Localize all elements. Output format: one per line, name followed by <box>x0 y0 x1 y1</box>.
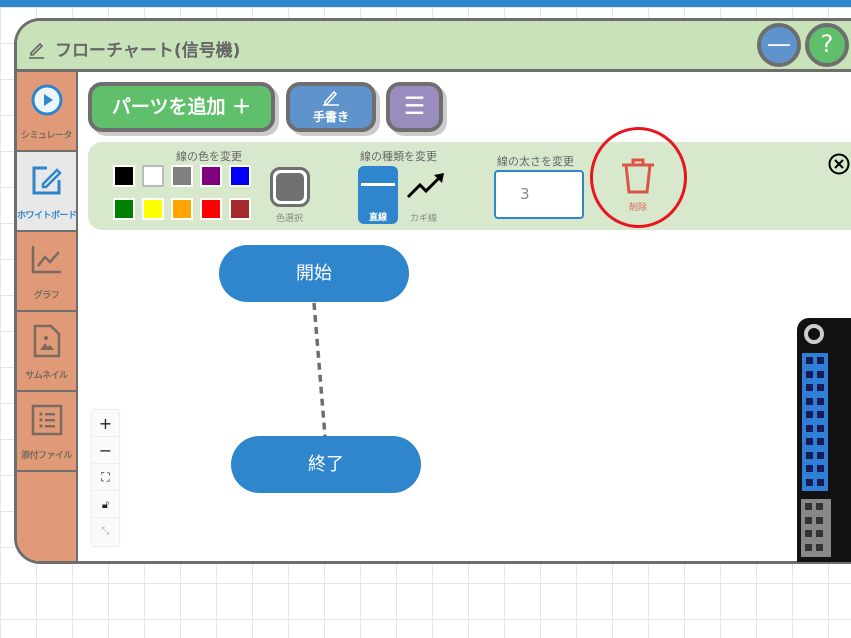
sidebar: シミュレータ ホワイトボード グラフ サムネイル 添付ファイル <box>17 72 78 561</box>
pin <box>817 424 824 432</box>
pin <box>806 438 813 445</box>
pin <box>806 411 813 418</box>
color-picker-label: 色選択 <box>276 214 304 224</box>
collapse-icon: ⤡ <box>101 526 110 537</box>
color-swatch[interactable] <box>171 165 193 187</box>
hamburger-icon: ☰ <box>403 92 426 120</box>
elbow-arrow-icon <box>406 173 444 199</box>
color-swatch[interactable] <box>142 165 164 187</box>
mount-hole <box>804 324 824 344</box>
image-file-icon <box>33 324 61 358</box>
sidebar-item-label: 添付ファイル <box>20 451 73 461</box>
sidebar-item-graph[interactable]: グラフ <box>17 232 76 312</box>
pin <box>805 516 812 524</box>
pin <box>817 397 824 405</box>
line-width-title: 線の太さを変更 <box>497 155 574 168</box>
color-swatch[interactable] <box>229 165 251 187</box>
flow-node-start[interactable]: 開始 <box>219 245 409 302</box>
menu-button[interactable]: ☰ <box>386 82 443 132</box>
add-parts-button[interactable]: パーツを追加 ＋ <box>88 82 275 132</box>
pin <box>817 411 824 418</box>
pin <box>805 530 812 537</box>
pin <box>817 451 824 459</box>
pin <box>806 370 813 378</box>
color-picker-swatch <box>276 173 304 201</box>
pin <box>817 478 824 486</box>
sidebar-item-thumbnail[interactable]: サムネイル <box>17 312 76 392</box>
color-swatch[interactable] <box>229 198 251 220</box>
help-button[interactable]: ? <box>805 23 849 67</box>
zoom-out-button[interactable]: − <box>92 437 119 464</box>
straight-line-icon <box>361 183 395 186</box>
color-swatch[interactable] <box>142 198 164 220</box>
play-circle-icon <box>31 84 63 116</box>
line-width-input[interactable]: 3 <box>494 170 584 219</box>
line-color-title: 線の色を変更 <box>176 150 242 163</box>
pin <box>816 516 823 524</box>
color-picker-button[interactable] <box>270 167 310 207</box>
sidebar-item-label: サムネイル <box>25 371 68 381</box>
pin <box>806 451 813 459</box>
line-type-elbow[interactable]: カギ線 <box>404 166 448 224</box>
line-chart-icon <box>31 246 61 274</box>
pin <box>817 384 824 391</box>
minus-icon: — <box>767 30 791 58</box>
sidebar-item-label: グラフ <box>33 291 60 301</box>
zoom-in-button[interactable]: + <box>92 410 119 437</box>
pin <box>817 438 824 445</box>
line-type-title: 線の種類を変更 <box>360 150 437 163</box>
pin <box>806 357 813 364</box>
highlight-circle <box>590 127 687 228</box>
pin <box>805 543 812 551</box>
pin <box>817 370 824 378</box>
pin <box>806 424 813 432</box>
top-bar <box>0 0 851 7</box>
pin-header-gray <box>801 499 831 557</box>
color-swatch[interactable] <box>200 198 222 220</box>
color-swatch[interactable] <box>113 165 135 187</box>
window-title: フローチャート(信号機) <box>55 41 241 61</box>
pin <box>816 530 823 537</box>
handwrite-label: 手書き <box>312 110 349 124</box>
microcontroller-board-image <box>797 318 851 562</box>
line-type-straight[interactable]: 直線 <box>358 166 398 224</box>
line-type-label: 直線 <box>368 213 387 223</box>
pin <box>806 384 813 391</box>
sidebar-item-label: シミュレータ <box>21 131 72 141</box>
list-icon <box>31 404 63 436</box>
close-panel-icon[interactable] <box>828 153 850 175</box>
pin <box>805 503 812 510</box>
lock-button[interactable]: 🔓︎ <box>92 491 119 518</box>
fit-view-icon: ⛶ <box>101 470 110 484</box>
pencil-icon <box>29 42 44 59</box>
zoom-controls: + − ⛶ 🔓︎ ⤡ <box>92 410 119 546</box>
color-swatch[interactable] <box>200 165 222 187</box>
pin <box>817 357 824 364</box>
edit-icon <box>32 166 62 195</box>
pin <box>806 465 813 472</box>
color-swatch[interactable] <box>113 198 135 220</box>
handwrite-button[interactable]: 手書き <box>286 82 376 132</box>
flow-node-end[interactable]: 終了 <box>231 436 421 493</box>
sidebar-item-whiteboard[interactable]: ホワイトボード <box>17 152 77 232</box>
sidebar-item-attachments[interactable]: 添付ファイル <box>17 392 76 472</box>
pin-header-blue <box>802 353 828 491</box>
sidebar-item-label: ホワイトボード <box>17 211 77 221</box>
pin <box>817 465 824 472</box>
fit-view-button[interactable]: ⛶ <box>92 464 119 491</box>
pin <box>806 478 813 486</box>
collapse-button[interactable]: ⤡ <box>92 518 119 545</box>
line-type-label: カギ線 <box>410 214 438 224</box>
color-swatch[interactable] <box>171 198 193 220</box>
pin <box>816 503 823 510</box>
pin <box>816 543 823 551</box>
unlock-icon: 🔓︎ <box>101 498 110 511</box>
pin <box>806 397 813 405</box>
pencil-icon <box>323 90 339 106</box>
title-bar[interactable]: フローチャート(信号機) — ? <box>17 21 851 72</box>
minimize-button[interactable]: — <box>757 23 801 67</box>
sidebar-item-simulator[interactable]: シミュレータ <box>17 72 76 152</box>
